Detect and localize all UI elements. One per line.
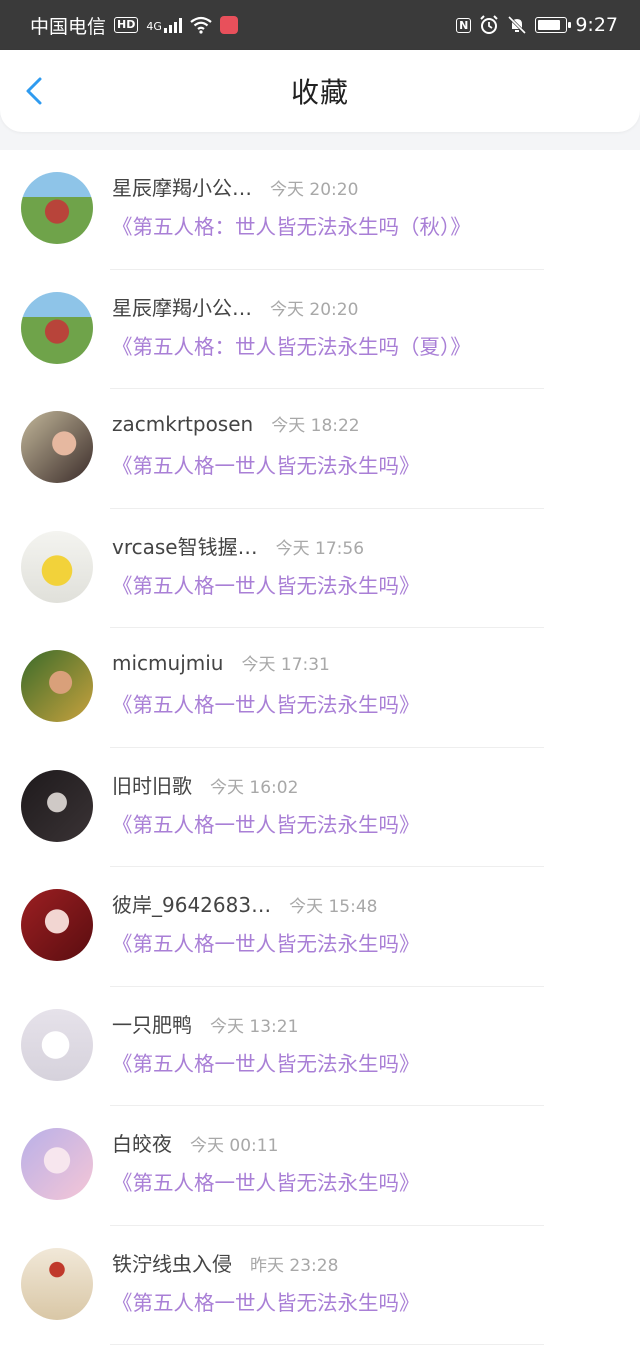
- post-title-link[interactable]: 《第五人格一世人皆无法永生吗》: [112, 808, 420, 838]
- list-item[interactable]: vrcase智钱握… 今天 17:56 《第五人格一世人皆无法永生吗》: [0, 509, 640, 629]
- page-title: 收藏: [291, 71, 349, 111]
- app-notification-icon: [220, 16, 238, 34]
- timestamp: 今天 13:21: [210, 1012, 298, 1037]
- list-item[interactable]: 铁泞线虫入侵 昨天 23:28 《第五人格一世人皆无法永生吗》: [0, 1226, 640, 1345]
- item-meta: 一只肥鸭 今天 13:21: [112, 1009, 298, 1038]
- username[interactable]: 一只肥鸭: [112, 1009, 192, 1038]
- nfc-icon: N: [456, 18, 471, 33]
- hd-badge: HD: [114, 17, 138, 33]
- battery-fill: [538, 20, 560, 30]
- wifi-icon: [190, 16, 212, 34]
- list-item[interactable]: 彼岸_9642683… 今天 15:48 《第五人格一世人皆无法永生吗》: [0, 867, 640, 987]
- timestamp: 今天 17:31: [241, 650, 329, 675]
- timestamp: 昨天 23:28: [250, 1251, 338, 1276]
- avatar[interactable]: [21, 650, 93, 722]
- avatar[interactable]: [21, 1128, 93, 1200]
- post-title-link[interactable]: 《第五人格一世人皆无法永生吗》: [112, 688, 420, 718]
- alarm-icon: [479, 15, 499, 35]
- carrier-label: 中国电信: [30, 12, 106, 39]
- item-meta: 白皎夜 今天 00:11: [112, 1128, 278, 1157]
- list-item[interactable]: 星辰摩羯小公… 今天 20:20 《第五人格：世人皆无法永生吗（夏）》: [0, 270, 640, 390]
- back-button[interactable]: [18, 74, 52, 108]
- avatar[interactable]: [21, 531, 93, 603]
- list-item[interactable]: 旧时旧歌 今天 16:02 《第五人格一世人皆无法永生吗》: [0, 748, 640, 868]
- network-type: 4G: [146, 20, 162, 33]
- item-meta: 彼岸_9642683… 今天 15:48: [112, 889, 377, 918]
- timestamp: 今天 17:56: [276, 534, 364, 559]
- post-title-link[interactable]: 《第五人格一世人皆无法永生吗》: [112, 449, 420, 479]
- avatar[interactable]: [21, 770, 93, 842]
- mute-bell-icon: [507, 15, 527, 35]
- username[interactable]: 星辰摩羯小公…: [112, 292, 252, 321]
- list-item[interactable]: 白皎夜 今天 00:11 《第五人格一世人皆无法永生吗》: [0, 1106, 640, 1226]
- signal-icon: 4G: [146, 17, 182, 33]
- avatar[interactable]: [21, 889, 93, 961]
- item-meta: 铁泞线虫入侵 昨天 23:28: [112, 1248, 338, 1277]
- username[interactable]: 铁泞线虫入侵: [112, 1248, 232, 1277]
- avatar[interactable]: [21, 1009, 93, 1081]
- item-meta: 旧时旧歌 今天 16:02: [112, 770, 298, 799]
- timestamp: 今天 00:11: [190, 1131, 278, 1156]
- post-title-link[interactable]: 《第五人格一世人皆无法永生吗》: [112, 569, 420, 599]
- list-item[interactable]: micmujmiu 今天 17:31 《第五人格一世人皆无法永生吗》: [0, 628, 640, 748]
- clock: 9:27: [575, 14, 618, 36]
- avatar[interactable]: [21, 292, 93, 364]
- username[interactable]: vrcase智钱握…: [112, 531, 258, 560]
- timestamp: 今天 15:48: [289, 892, 377, 917]
- avatar[interactable]: [21, 172, 93, 244]
- timestamp: 今天 20:20: [270, 295, 358, 320]
- status-right: N 9:27: [456, 14, 618, 36]
- username[interactable]: 星辰摩羯小公…: [112, 172, 252, 201]
- chevron-left-icon: [18, 74, 52, 108]
- post-title-link[interactable]: 《第五人格一世人皆无法永生吗》: [112, 1286, 420, 1316]
- username[interactable]: 彼岸_9642683…: [112, 889, 271, 918]
- post-title-link[interactable]: 《第五人格一世人皆无法永生吗》: [112, 1047, 420, 1077]
- list-item[interactable]: 一只肥鸭 今天 13:21 《第五人格一世人皆无法永生吗》: [0, 987, 640, 1107]
- item-meta: 星辰摩羯小公… 今天 20:20: [112, 172, 358, 201]
- timestamp: 今天 16:02: [210, 773, 298, 798]
- top-app-bar: 收藏: [0, 50, 640, 132]
- username[interactable]: 白皎夜: [112, 1128, 172, 1157]
- username[interactable]: 旧时旧歌: [112, 770, 192, 799]
- post-title-link[interactable]: 《第五人格一世人皆无法永生吗》: [112, 927, 420, 957]
- list-item[interactable]: 星辰摩羯小公… 今天 20:20 《第五人格：世人皆无法永生吗（秋）》: [0, 150, 640, 270]
- item-meta: micmujmiu 今天 17:31: [112, 650, 330, 675]
- item-meta: 星辰摩羯小公… 今天 20:20: [112, 292, 358, 321]
- status-bar: 中国电信 HD 4G N 9:27: [0, 0, 640, 50]
- post-title-link[interactable]: 《第五人格：世人皆无法永生吗（夏）》: [112, 330, 471, 360]
- battery-icon: [535, 17, 567, 33]
- post-title-link[interactable]: 《第五人格：世人皆无法永生吗（秋）》: [112, 210, 471, 240]
- username[interactable]: zacmkrtposen: [112, 412, 253, 436]
- header-area: 收藏: [0, 50, 640, 150]
- list-item[interactable]: zacmkrtposen 今天 18:22 《第五人格一世人皆无法永生吗》: [0, 389, 640, 509]
- favorites-list: 星辰摩羯小公… 今天 20:20 《第五人格：世人皆无法永生吗（秋）》 星辰摩羯…: [0, 150, 640, 1345]
- avatar[interactable]: [21, 411, 93, 483]
- timestamp: 今天 18:22: [271, 411, 359, 436]
- post-title-link[interactable]: 《第五人格一世人皆无法永生吗》: [112, 1166, 420, 1196]
- item-meta: vrcase智钱握… 今天 17:56: [112, 531, 364, 560]
- item-meta: zacmkrtposen 今天 18:22: [112, 411, 360, 436]
- avatar[interactable]: [21, 1248, 93, 1320]
- username[interactable]: micmujmiu: [112, 651, 223, 675]
- timestamp: 今天 20:20: [270, 175, 358, 200]
- status-left: 中国电信 HD 4G: [30, 12, 238, 39]
